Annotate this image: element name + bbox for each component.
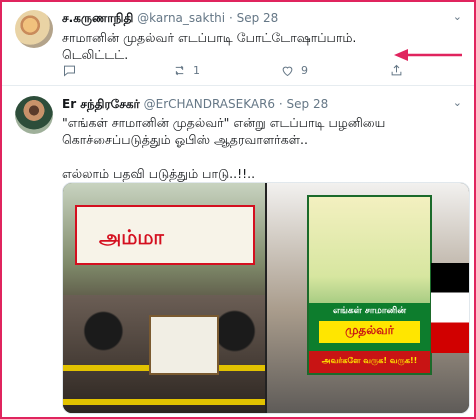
amma-banner: அம்மா bbox=[75, 205, 255, 265]
tweet-header: Er சந்திரசேகர் @ErCHANDRASEKAR6 · Sep 28 bbox=[62, 97, 328, 113]
like-count: 9 bbox=[301, 64, 308, 77]
hoarding-red-strip: அவர்களே வருக! வருக!! bbox=[309, 351, 430, 373]
handle[interactable]: @karna_sakthi bbox=[137, 11, 225, 25]
display-name[interactable]: Er சந்திரசேகர் bbox=[62, 97, 140, 111]
handle[interactable]: @ErCHANDRASEKAR6 bbox=[144, 97, 275, 111]
hoarding-title-box: முதல்வர் bbox=[319, 321, 420, 343]
reply-icon bbox=[64, 65, 75, 77]
held-poster bbox=[149, 315, 219, 375]
chevron-down-icon[interactable]: ⌄ bbox=[453, 10, 462, 23]
avatar[interactable] bbox=[15, 96, 53, 134]
like-button[interactable]: 9 bbox=[280, 63, 308, 78]
avatar[interactable] bbox=[15, 10, 53, 48]
retweet-count: 1 bbox=[193, 64, 200, 77]
media-photo-left[interactable]: அம்மா bbox=[63, 183, 265, 413]
tweet-text: "எங்கள் சாமானின் முதல்வர்" என்று எடப்பாட… bbox=[62, 115, 386, 181]
hoarding-welcome: அவர்களே வருக! வருக!! bbox=[321, 356, 418, 365]
reply-button[interactable] bbox=[62, 63, 77, 78]
campaign-hoarding: முதல்வர் எங்கள் சாமானின் அவர்களே வருக! வ… bbox=[307, 195, 432, 375]
separator: · bbox=[228, 11, 233, 25]
tweet-karna-sakthi[interactable]: ச.கருணாநிதி @karna_sakthi · Sep 28 ⌄ சாம… bbox=[2, 2, 474, 86]
tweet-actions: 1 9 bbox=[62, 63, 422, 79]
retweet-icon bbox=[175, 65, 184, 76]
party-flag bbox=[431, 263, 469, 353]
heart-icon bbox=[282, 66, 293, 77]
retweet-button[interactable]: 1 bbox=[172, 63, 200, 78]
tweet-text: சாமானின் முதல்வர் எடப்பாடி போட்டோஷாப்பாம… bbox=[62, 30, 357, 62]
tweet-header: ச.கருணாநிதி @karna_sakthi · Sep 28 bbox=[62, 11, 278, 27]
media-photo-right[interactable]: முதல்வர் எங்கள் சாமானின் அவர்களே வருக! வ… bbox=[267, 183, 469, 413]
display-name[interactable]: ச.கருணாநிதி bbox=[62, 11, 133, 25]
timestamp[interactable]: Sep 28 bbox=[237, 11, 279, 25]
chevron-down-icon[interactable]: ⌄ bbox=[453, 96, 462, 109]
timestamp[interactable]: Sep 28 bbox=[287, 97, 329, 111]
separator: · bbox=[278, 97, 283, 111]
share-icon bbox=[391, 64, 402, 76]
hoarding-subtitle: எங்கள் சாமானின் bbox=[332, 306, 407, 316]
banner-text: அம்மா bbox=[99, 225, 164, 249]
hoarding-title: முதல்வர் bbox=[345, 323, 394, 337]
tweet-media[interactable]: அம்மா முதல்வர் எங்கள் சாமானின் அவர்களே வ… bbox=[62, 182, 470, 414]
share-button[interactable] bbox=[389, 63, 404, 78]
tweet-erchandrasekar[interactable]: Er சந்திரசேகர் @ErCHANDRASEKAR6 · Sep 28… bbox=[2, 86, 474, 417]
red-arrow-icon bbox=[394, 49, 462, 61]
